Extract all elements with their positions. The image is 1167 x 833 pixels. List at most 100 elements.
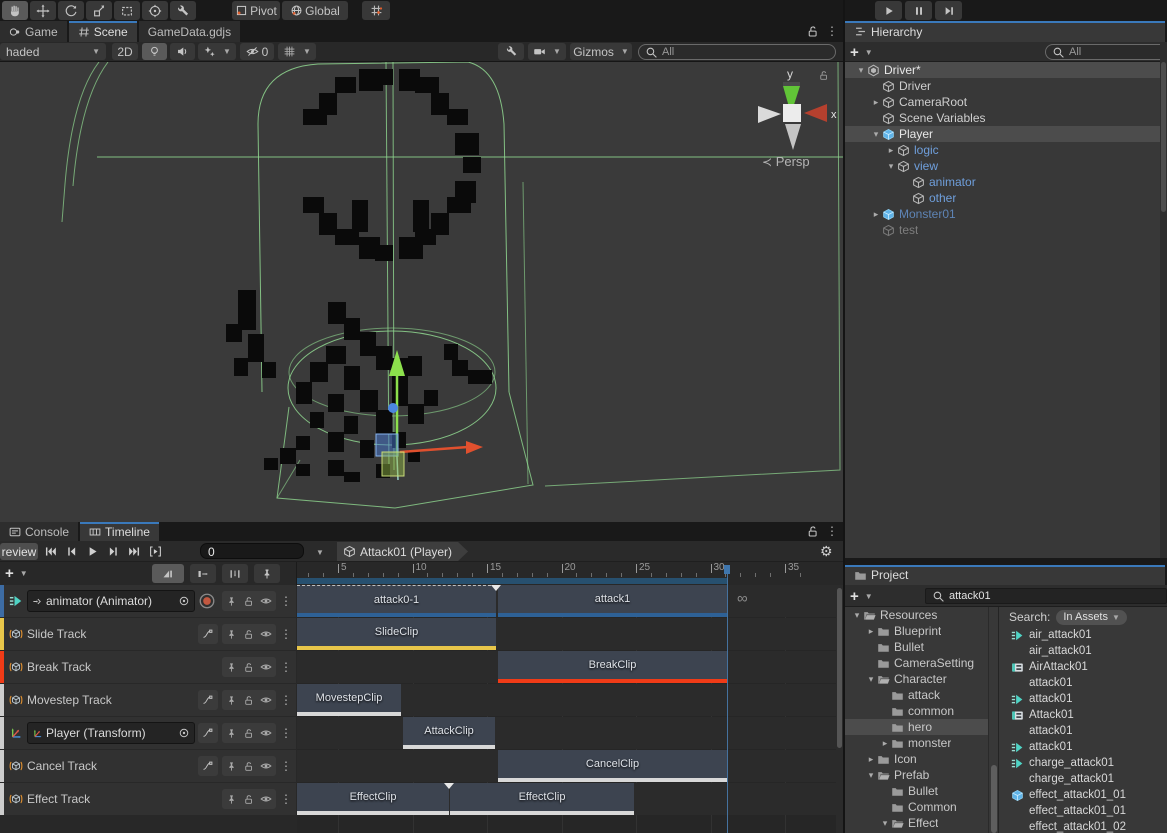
scene-tools-button[interactable] [498, 43, 524, 60]
custom-tools-button[interactable] [170, 1, 196, 20]
asset-attack01[interactable]: attack01 [999, 675, 1167, 691]
mix-mode-button[interactable] [152, 564, 184, 583]
track-lane-1[interactable]: SlideClip [297, 618, 836, 650]
scene-search-input[interactable]: All [638, 44, 836, 60]
track-menu-icon[interactable]: ⋮ [280, 694, 292, 706]
curves-toggle-button[interactable] [198, 756, 218, 776]
eye-icon[interactable] [260, 661, 272, 673]
pin-icon[interactable] [226, 596, 237, 607]
track-menu-icon[interactable]: ⋮ [280, 760, 292, 772]
expander-down-icon[interactable]: ▾ [865, 674, 877, 685]
hierarchy-item-player[interactable]: ▾Player [845, 126, 1160, 142]
track-lane-2[interactable]: BreakClip [297, 651, 836, 683]
track-header-break-track[interactable]: Break Track ⋮ [0, 651, 296, 683]
ripple-mode-button[interactable] [190, 564, 216, 583]
eye-icon[interactable] [260, 727, 272, 739]
hierarchy-add-button[interactable]: +▼ [850, 44, 873, 61]
expander-right-icon[interactable]: ▸ [879, 738, 891, 749]
track-binding-field[interactable]: animator (Animator) [27, 590, 195, 612]
marker-toggle-button[interactable] [254, 564, 280, 583]
expander-right-icon[interactable]: ▸ [870, 209, 882, 220]
track-header-animator-animator-[interactable]: animator (Animator) ⋮ [0, 585, 296, 617]
asset-attack01[interactable]: attack01 [999, 739, 1167, 755]
asset-charge_attack01[interactable]: charge_attack01 [999, 771, 1167, 787]
track-menu-icon[interactable]: ⋮ [280, 628, 292, 640]
asset-air_attack01[interactable]: air_attack01 [999, 627, 1167, 643]
pin-icon[interactable] [226, 728, 237, 739]
expander-down-icon[interactable]: ▾ [885, 161, 897, 172]
lock-icon[interactable] [243, 596, 254, 607]
lock-icon[interactable] [243, 728, 254, 739]
expander-down-icon[interactable]: ▾ [870, 129, 882, 140]
track-lane-6[interactable]: EffectClipEffectClip [297, 783, 836, 815]
frame-input[interactable]: 0 [200, 543, 304, 559]
project-tree-scrollbar[interactable] [988, 607, 998, 833]
timeline-add-button[interactable]: +▼ [5, 565, 28, 582]
2d-toggle[interactable]: 2D [112, 43, 138, 60]
scene-menu-icon[interactable]: ⋮ [826, 25, 838, 37]
track-menu-icon[interactable]: ⋮ [280, 793, 292, 805]
asset-charge_attack01[interactable]: charge_attack01 [999, 755, 1167, 771]
hierarchy-item-monster01[interactable]: ▸Monster01 [845, 206, 1160, 222]
eye-icon[interactable] [260, 694, 272, 706]
rotate-tool-button[interactable] [58, 1, 84, 20]
project-search-input[interactable]: attack01 [925, 588, 1167, 604]
curves-toggle-button[interactable] [198, 690, 218, 710]
scene-viewport[interactable]: yx ≺ Persp [0, 62, 843, 522]
clip-attack1[interactable]: attack1 [498, 585, 727, 617]
play-button[interactable] [875, 1, 902, 20]
scale-tool-button[interactable] [86, 1, 112, 20]
hierarchy-item-animator[interactable]: animator [845, 174, 1160, 190]
lock-icon[interactable] [243, 662, 254, 673]
right-horizontal-splitter[interactable] [845, 558, 1167, 565]
tab-scene[interactable]: Scene [69, 21, 137, 42]
asset-airattack01[interactable]: AirAttack01 [999, 659, 1167, 675]
project-folder-character[interactable]: ▾Character [845, 671, 988, 687]
lock-icon[interactable] [243, 761, 254, 772]
hierarchy-search-input[interactable]: All [1045, 44, 1165, 60]
pin-icon[interactable] [226, 761, 237, 772]
asset-effect_attack01_02[interactable]: effect_attack01_02 [999, 819, 1167, 833]
persp-label[interactable]: ≺ Persp [762, 154, 810, 169]
expander-down-icon[interactable]: ▾ [879, 818, 891, 829]
expander-down-icon[interactable]: ▾ [855, 65, 867, 76]
asset-attack01[interactable]: Attack01 [999, 707, 1167, 723]
rect-tool-button[interactable] [114, 1, 140, 20]
timeline-end-marker-cap[interactable] [724, 565, 730, 574]
lighting-toggle[interactable] [142, 43, 167, 60]
tab-hierarchy[interactable]: Hierarchy [845, 21, 1165, 42]
transform-tool-button[interactable] [142, 1, 168, 20]
tab-console[interactable]: Console [0, 522, 78, 541]
track-lane-3[interactable]: MovestepClip [297, 684, 836, 716]
track-lane-4[interactable]: AttackClip [297, 717, 836, 749]
hierarchy-scrollbar[interactable] [1160, 42, 1167, 558]
track-header-effect-track[interactable]: Effect Track ⋮ [0, 783, 296, 815]
tab-game[interactable]: Game [0, 21, 67, 42]
audio-toggle[interactable] [170, 43, 195, 60]
hidden-objects-button[interactable]: 0 [240, 43, 274, 60]
expander-right-icon[interactable]: ▸ [865, 626, 877, 637]
asset-attack01[interactable]: attack01 [999, 723, 1167, 739]
asset-effect_attack01_01[interactable]: effect_attack01_01 [999, 787, 1167, 803]
asset-effect_attack01_01[interactable]: effect_attack01_01 [999, 803, 1167, 819]
track-menu-icon[interactable]: ⋮ [280, 727, 292, 739]
project-add-button[interactable]: +▼ [850, 588, 873, 605]
pivot-toggle[interactable]: Pivot [232, 1, 280, 20]
pin-icon[interactable] [226, 662, 237, 673]
eye-icon[interactable] [260, 760, 272, 772]
clip-slideclip[interactable]: SlideClip [297, 618, 496, 650]
curves-toggle-button[interactable] [198, 723, 218, 743]
hierarchy-item-other[interactable]: other [845, 190, 1160, 206]
track-lane-5[interactable]: CancelClip [297, 750, 836, 782]
target-icon[interactable] [178, 727, 190, 739]
skip-end-button[interactable] [128, 545, 141, 558]
play-button[interactable] [86, 545, 99, 558]
eye-icon[interactable] [260, 628, 272, 640]
global-toggle[interactable]: Global [282, 1, 348, 20]
project-folder-icon[interactable]: ▸Icon [845, 751, 988, 767]
clip-cancelclip[interactable]: CancelClip [498, 750, 727, 782]
move-tool-button[interactable] [30, 1, 56, 20]
clip-attackclip[interactable]: AttackClip [403, 717, 495, 749]
expander-down-icon[interactable]: ▾ [865, 770, 877, 781]
asset-attack01[interactable]: attack01 [999, 691, 1167, 707]
